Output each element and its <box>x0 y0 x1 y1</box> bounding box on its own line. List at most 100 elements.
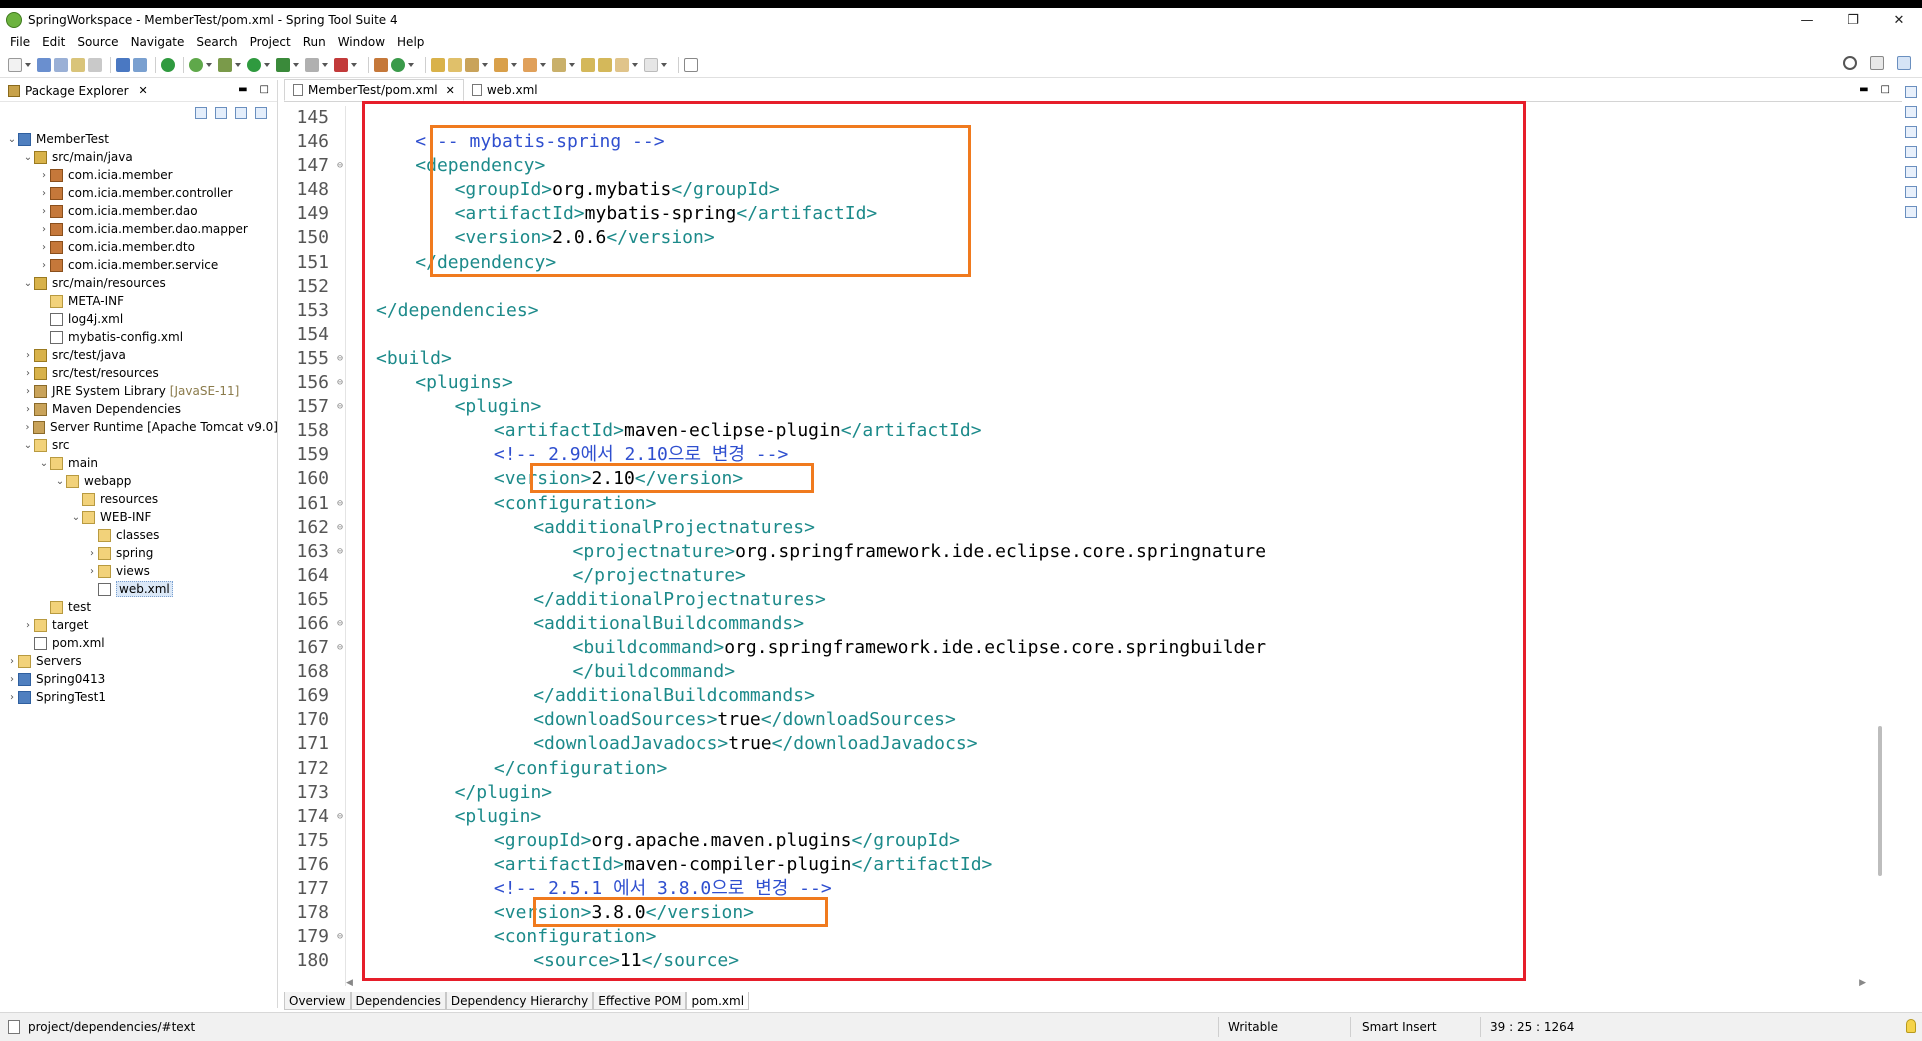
annotation-dropdown-icon[interactable] <box>511 62 517 67</box>
open-task-icon[interactable] <box>448 57 462 72</box>
tree-item[interactable]: › Maven Dependencies <box>0 400 278 418</box>
code-line[interactable]: <version>3.8.0</version> <box>350 901 1810 925</box>
tree-item[interactable]: › Server Runtime [Apache Tomcat v9.0] <box>0 418 278 436</box>
refresh-icon[interactable] <box>189 57 203 72</box>
prev-annotation-dropdown-icon[interactable] <box>569 62 575 67</box>
code-line[interactable]: <artifactId>mybatis-spring</artifactId> <box>350 202 1810 226</box>
save-icon[interactable] <box>37 57 51 72</box>
link-with-editor-icon[interactable] <box>215 107 227 119</box>
code-line[interactable]: <!-- 2.5.1 에서 3.8.0으로 변경 --> <box>350 877 1810 901</box>
maximize-editor-icon[interactable]: □ <box>1881 84 1890 95</box>
code-line[interactable]: </plugin> <box>350 781 1810 805</box>
code-line[interactable]: <artifactId>maven-compiler-plugin</artif… <box>350 853 1810 877</box>
tree-item[interactable]: › JRE System Library [JavaSE-11] <box>0 382 278 400</box>
code-line[interactable]: <configuration> <box>350 925 1810 949</box>
code-line[interactable]: <plugins> <box>350 371 1810 395</box>
tree-item[interactable]: › target <box>0 616 278 634</box>
menu-source[interactable]: Source <box>71 35 124 49</box>
tree-item[interactable]: ⌄ src/main/java <box>0 148 278 166</box>
new-package-icon[interactable] <box>374 57 388 72</box>
menu-project[interactable]: Project <box>244 35 297 49</box>
fold-toggle-icon[interactable]: ⊖ <box>337 154 343 178</box>
server-dropdown-icon[interactable] <box>351 62 357 67</box>
expanded-chevron-icon[interactable]: ⌄ <box>70 512 82 523</box>
menu-edit[interactable]: Edit <box>36 35 71 49</box>
console-icon[interactable] <box>1905 146 1917 158</box>
cut-icon[interactable] <box>88 57 102 72</box>
print-icon[interactable] <box>71 57 85 72</box>
code-line[interactable]: <dependency> <box>350 154 1810 178</box>
fold-toggle-icon[interactable]: ⊖ <box>337 395 343 419</box>
open-type-icon[interactable] <box>431 57 445 72</box>
servers-icon[interactable] <box>1905 186 1917 198</box>
tab-effective-pom[interactable]: Effective POM <box>593 992 687 1010</box>
code-line[interactable] <box>350 323 1810 347</box>
run-tool-dropdown-icon[interactable] <box>293 62 299 67</box>
tab-pom-xml-source[interactable]: pom.xml <box>686 992 750 1010</box>
minimize-view-icon[interactable]: ▬ <box>238 84 247 95</box>
tree-item[interactable]: test <box>0 598 278 616</box>
tab-dependencies[interactable]: Dependencies <box>350 992 446 1010</box>
minimize-button[interactable]: — <box>1784 8 1830 32</box>
task-list-icon[interactable] <box>1905 106 1917 118</box>
code-line[interactable]: <source>11</source> <box>350 949 1810 973</box>
code-line[interactable]: <!-- mybatis-spring --> <box>350 130 1810 154</box>
tree-item[interactable]: › Servers <box>0 652 278 670</box>
collapse-all-icon[interactable] <box>195 107 207 119</box>
tree-item[interactable]: › SpringTest1 <box>0 688 278 706</box>
code-line[interactable]: <version>2.10</version> <box>350 467 1810 491</box>
next-annotation-dropdown-icon[interactable] <box>540 62 546 67</box>
code-line[interactable]: <additionalBuildcommands> <box>350 612 1810 636</box>
collapsed-chevron-icon[interactable]: › <box>22 620 34 631</box>
code-line[interactable]: <plugin> <box>350 395 1810 419</box>
new-class-dropdown-icon[interactable] <box>408 62 414 67</box>
close-icon[interactable]: ✕ <box>446 84 455 97</box>
new-icon[interactable] <box>8 57 22 72</box>
tree-item[interactable]: › com.icia.member.dao.mapper <box>0 220 278 238</box>
code-line[interactable]: </projectnature> <box>350 564 1810 588</box>
new-dropdown-icon[interactable] <box>25 62 31 67</box>
fold-toggle-icon[interactable]: ⊖ <box>337 347 343 371</box>
code-line[interactable]: </dependencies> <box>350 299 1810 323</box>
prev-annotation-icon[interactable] <box>552 57 566 72</box>
collapsed-chevron-icon[interactable]: › <box>86 566 98 577</box>
annotation-icon[interactable] <box>494 57 508 72</box>
tree-item[interactable]: log4j.xml <box>0 310 278 328</box>
maximize-button[interactable]: ❐ <box>1830 8 1876 32</box>
code-line[interactable]: <version>2.0.6</version> <box>350 226 1810 250</box>
maximize-view-icon[interactable]: □ <box>260 84 269 95</box>
expanded-chevron-icon[interactable]: ⌄ <box>22 152 34 163</box>
code-line[interactable]: <!-- 2.9에서 2.10으로 변경 --> <box>350 443 1810 467</box>
fold-toggle-icon[interactable]: ⊖ <box>337 516 343 540</box>
run-tool-icon[interactable] <box>276 57 290 72</box>
search-icon[interactable] <box>1843 56 1857 70</box>
collapsed-chevron-icon[interactable]: › <box>22 368 34 379</box>
tree-item[interactable]: › com.icia.member.dao <box>0 202 278 220</box>
collapsed-chevron-icon[interactable]: › <box>6 674 18 685</box>
scroll-right-icon[interactable]: ▶ <box>1859 978 1866 988</box>
save-all-icon[interactable] <box>54 57 68 72</box>
menu-file[interactable]: File <box>4 35 36 49</box>
fold-toggle-icon[interactable]: ⊖ <box>337 540 343 564</box>
last-edit-icon[interactable] <box>581 57 595 72</box>
stop-icon[interactable] <box>305 57 319 72</box>
terminal-icon[interactable] <box>116 57 130 72</box>
fold-toggle-icon[interactable]: ⊖ <box>337 925 343 949</box>
expanded-chevron-icon[interactable]: ⌄ <box>38 458 50 469</box>
code-line[interactable] <box>350 106 1810 130</box>
collapsed-chevron-icon[interactable]: › <box>22 350 34 361</box>
collapsed-chevron-icon[interactable]: › <box>6 692 18 703</box>
debug-icon[interactable] <box>218 57 232 72</box>
outline-icon[interactable] <box>1905 86 1917 98</box>
code-line[interactable]: <additionalProjectnatures> <box>350 516 1810 540</box>
skip-breakpoints-icon[interactable] <box>133 57 147 72</box>
back-dropdown-icon[interactable] <box>632 62 638 67</box>
tree-item[interactable]: mybatis-config.xml <box>0 328 278 346</box>
server-icon[interactable] <box>334 57 348 72</box>
collapsed-chevron-icon[interactable]: › <box>22 386 34 397</box>
close-icon[interactable]: ✕ <box>139 84 148 97</box>
menu-help[interactable]: Help <box>391 35 430 49</box>
code-line[interactable]: </dependency> <box>350 251 1810 275</box>
expanded-chevron-icon[interactable]: ⌄ <box>54 476 66 487</box>
tree-item[interactable]: › spring <box>0 544 278 562</box>
